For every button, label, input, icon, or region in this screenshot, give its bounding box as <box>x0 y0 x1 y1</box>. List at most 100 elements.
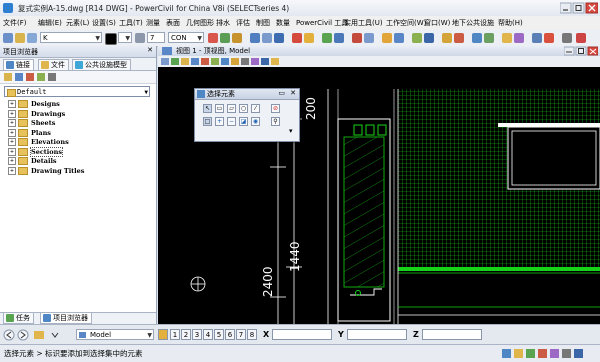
open-icon[interactable] <box>304 33 314 43</box>
tree-item-drawing-titles[interactable]: + Drawing Titles <box>8 166 84 177</box>
element-selection-dialog[interactable]: 选择元素 ▭ ✕ ↖ ▭ ▱ ○ ⁄ ⊘ □ + − ◪ ◉ ⚲ ▾ <box>194 88 300 142</box>
expand-icon[interactable]: + <box>8 166 16 175</box>
status-icons[interactable] <box>500 347 596 360</box>
select-shape-icon[interactable]: ▱ <box>227 104 236 113</box>
markup-icon[interactable] <box>544 33 554 43</box>
invert-mode-icon[interactable]: ◪ <box>239 117 248 126</box>
expand-icon[interactable]: + <box>8 138 16 146</box>
tree-item-elevations[interactable]: + Elevations <box>8 138 84 148</box>
navigation-arrows[interactable] <box>2 328 72 342</box>
select-block-icon[interactable]: ▭ <box>215 104 224 113</box>
menu-quantities[interactable]: 数量 <box>276 18 290 28</box>
view-lock-icon[interactable] <box>158 329 168 340</box>
tree-item-drawings[interactable]: + Drawings <box>8 109 84 120</box>
tab-links[interactable]: 链接 <box>3 59 34 70</box>
view-button-3[interactable]: 3 <box>192 329 202 340</box>
view-button-2[interactable]: 2 <box>181 329 191 340</box>
menu-surface[interactable]: 表面 <box>166 18 180 28</box>
tree-item-details[interactable]: + Details <box>8 157 84 167</box>
expand-icon[interactable]: + <box>8 147 16 156</box>
tree-item-sections[interactable]: + Sections <box>8 146 84 158</box>
window-controls[interactable] <box>560 2 598 14</box>
level-display-icon[interactable] <box>15 33 25 43</box>
deselect-icon[interactable]: ⊘ <box>271 104 280 113</box>
measure-icon[interactable] <box>472 33 482 43</box>
terrain-icon[interactable] <box>484 33 494 43</box>
tree-item-plans[interactable]: + Plans <box>8 128 84 139</box>
color-dropdown[interactable]: ▼ <box>118 32 132 43</box>
menu-geometry[interactable]: 几何图形 <box>186 18 214 28</box>
x-coordinate-field[interactable] <box>272 329 332 340</box>
level-manager-icon[interactable] <box>3 33 13 43</box>
place-shape-icon[interactable] <box>262 33 272 43</box>
select-element-icon[interactable]: ↖ <box>203 104 212 113</box>
redo-icon[interactable] <box>364 33 374 43</box>
close-icon[interactable]: ✕ <box>290 89 296 97</box>
dimension-icon[interactable] <box>424 33 434 43</box>
tree-item-designs[interactable]: + Designs <box>8 100 84 110</box>
menu-edit[interactable]: 编辑(E) <box>38 18 62 28</box>
close-icon[interactable]: ✕ <box>147 46 153 54</box>
view-button-5[interactable]: 5 <box>214 329 224 340</box>
active-color-swatch[interactable] <box>105 33 117 45</box>
print-icon[interactable] <box>292 33 302 43</box>
menu-tools[interactable]: 工具(T) <box>119 18 143 28</box>
menu-evaluate[interactable]: 评估 <box>236 18 250 28</box>
trim-icon[interactable] <box>454 33 464 43</box>
undo-icon[interactable] <box>352 33 362 43</box>
cell-icon[interactable] <box>412 33 422 43</box>
tab-project-explorer[interactable]: 项目浏览器 <box>40 313 92 324</box>
project-combo[interactable]: Default ▼ <box>4 86 150 97</box>
filter-icon[interactable]: ⚲ <box>271 117 280 126</box>
active-level-icon[interactable] <box>27 33 37 43</box>
menu-file[interactable]: 文件(F) <box>3 18 27 28</box>
tab-tasks[interactable]: 任务 <box>3 313 34 324</box>
menu-powercivil-tools[interactable]: PowerCivil 工具 <box>296 18 348 28</box>
menu-drafting[interactable]: 制图 <box>256 18 270 28</box>
raster-icon[interactable] <box>532 33 542 43</box>
tab-files[interactable]: 文件 <box>38 59 69 70</box>
menu-workspace[interactable]: 工作空间(W) <box>386 18 426 28</box>
copy-icon[interactable] <box>232 33 242 43</box>
z-coordinate-field[interactable] <box>422 329 482 340</box>
text-icon[interactable] <box>394 33 404 43</box>
subtract-mode-icon[interactable]: − <box>227 117 236 126</box>
drawing-scale-icon[interactable] <box>502 33 512 43</box>
refresh-icon[interactable] <box>322 33 332 43</box>
line-style-combo[interactable]: CON ▼ <box>168 32 204 43</box>
view-button-6[interactable]: 6 <box>225 329 235 340</box>
select-line-icon[interactable]: ⁄ <box>251 104 260 113</box>
tree-item-sheets[interactable]: + Sheets <box>8 119 84 129</box>
expand-icon[interactable]: + <box>8 109 16 118</box>
menu-subsurface-utilities[interactable]: 地下公共设施 <box>452 18 494 28</box>
menu-help[interactable]: 帮助(H) <box>498 18 523 28</box>
expand-icon[interactable]: + <box>8 157 16 165</box>
new-mode-icon[interactable]: □ <box>203 117 212 126</box>
place-circle-icon[interactable] <box>274 33 284 43</box>
pattern-icon[interactable] <box>442 33 452 43</box>
reference-icon[interactable] <box>514 33 524 43</box>
place-line-icon[interactable] <box>250 33 260 43</box>
y-coordinate-field[interactable] <box>347 329 407 340</box>
fence-icon[interactable] <box>382 33 392 43</box>
menu-survey[interactable]: 测量 <box>146 18 160 28</box>
panel-toolbar-icons[interactable] <box>0 71 80 83</box>
menu-element[interactable]: 元素(L) <box>66 18 89 28</box>
expand-icon[interactable]: + <box>8 119 16 127</box>
model-combo[interactable]: Model ▼ <box>76 329 154 340</box>
view-button-1[interactable]: 1 <box>170 329 180 340</box>
tools-icon[interactable] <box>562 33 572 43</box>
element-info-icon[interactable] <box>208 33 218 43</box>
view-button-7[interactable]: 7 <box>236 329 246 340</box>
save-icon[interactable] <box>334 33 344 43</box>
view-button-4[interactable]: 4 <box>203 329 213 340</box>
expand-icon[interactable]: + <box>8 128 16 137</box>
menu-window[interactable]: 窗口(W) <box>424 18 450 28</box>
view-button-8[interactable]: 8 <box>247 329 257 340</box>
active-level-combo[interactable]: K ▼ <box>40 32 102 43</box>
menu-utilities[interactable]: 实用工具(U) <box>344 18 383 28</box>
view-window-controls[interactable] <box>564 46 598 56</box>
chevron-down-icon[interactable]: ▾ <box>289 127 293 135</box>
select-all-icon[interactable]: ◉ <box>251 117 260 126</box>
menu-drainage[interactable]: 排水 <box>216 18 230 28</box>
